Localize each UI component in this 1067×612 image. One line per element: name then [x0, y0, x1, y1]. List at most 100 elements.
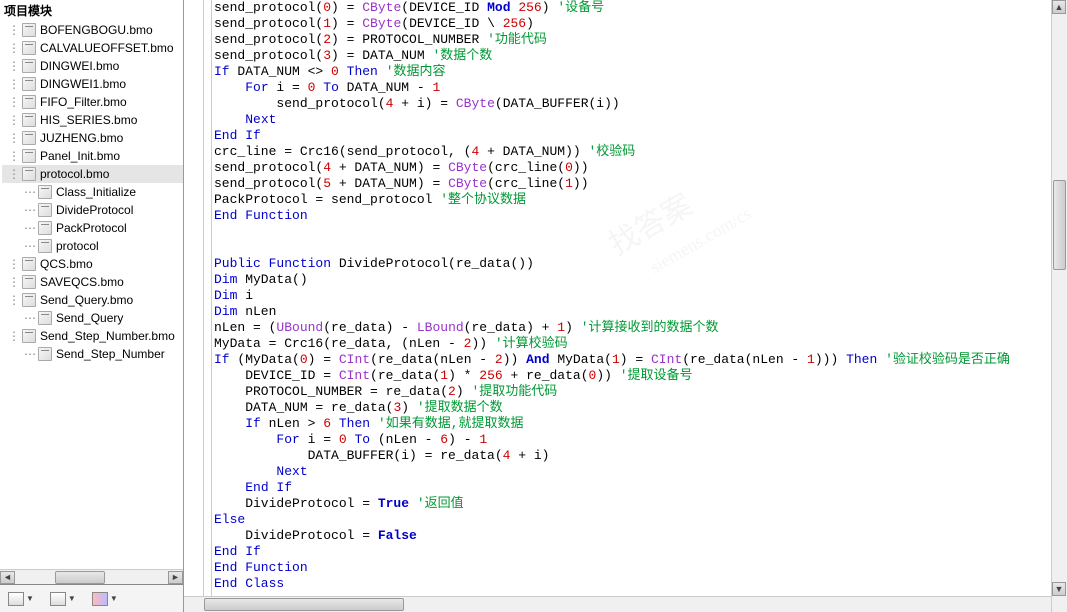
- code-line[interactable]: send_protocol(1) = CByte(DEVICE_ID \ 256…: [214, 16, 1051, 32]
- tree-item-module[interactable]: ⋮DINGWEI1.bmo: [2, 75, 183, 93]
- tool-button-2[interactable]: ▼: [46, 590, 80, 608]
- code-line[interactable]: If nLen > 6 Then '如果有数据,就提取数据: [214, 416, 1051, 432]
- code-token: CByte: [362, 16, 401, 31]
- hscroll-thumb[interactable]: [204, 598, 404, 611]
- code-line[interactable]: DivideProtocol = True '返回值: [214, 496, 1051, 512]
- code-line[interactable]: End Function: [214, 208, 1051, 224]
- code-token: (DEVICE_ID \: [401, 16, 502, 31]
- code-line[interactable]: DivideProtocol = False: [214, 528, 1051, 544]
- tree-item-module[interactable]: ⋮Send_Step_Number.bmo: [2, 327, 183, 345]
- code-line[interactable]: End If: [214, 128, 1051, 144]
- code-token: 1: [440, 368, 448, 383]
- code-token: And: [526, 352, 549, 367]
- code-token: send_protocol(: [214, 48, 323, 63]
- code-token: '计算校验码: [495, 336, 568, 351]
- code-line[interactable]: DATA_NUM = re_data(3) '提取数据个数: [214, 400, 1051, 416]
- code-token: Dim: [214, 288, 237, 303]
- tree-item-module[interactable]: ⋮FIFO_Filter.bmo: [2, 93, 183, 111]
- tree-item-sub[interactable]: ⋯⋮Class_Initialize: [2, 183, 183, 201]
- code-line[interactable]: send_protocol(0) = CByte(DEVICE_ID Mod 2…: [214, 0, 1051, 16]
- method-icon: [38, 311, 52, 325]
- code-line[interactable]: For i = 0 To DATA_NUM - 1: [214, 80, 1051, 96]
- code-token: + i) =: [393, 96, 455, 111]
- scroll-right-icon[interactable]: ►: [168, 571, 183, 584]
- code-token: '整个协议数据: [440, 192, 526, 207]
- editor-vscroll[interactable]: ▲ ▼: [1051, 0, 1067, 612]
- code-token: 0: [339, 432, 347, 447]
- code-token: ) -: [448, 432, 479, 447]
- tree-item-module[interactable]: ⋮BOFENGBOGU.bmo: [2, 21, 183, 39]
- code-token: 0: [323, 0, 331, 15]
- code-line[interactable]: Public Function DivideProtocol(re_data()…: [214, 256, 1051, 272]
- tree-item-module[interactable]: ⋮JUZHENG.bmo: [2, 129, 183, 147]
- code-line[interactable]: send_protocol(4 + DATA_NUM) = CByte(crc_…: [214, 160, 1051, 176]
- code-line[interactable]: PackProtocol = send_protocol '整个协议数据: [214, 192, 1051, 208]
- code-line[interactable]: PROTOCOL_NUMBER = re_data(2) '提取功能代码: [214, 384, 1051, 400]
- code-token: send_protocol(: [214, 160, 323, 175]
- tree-item-module[interactable]: ⋮protocol.bmo: [2, 165, 183, 183]
- code-line[interactable]: Dim nLen: [214, 304, 1051, 320]
- code-line[interactable]: Else: [214, 512, 1051, 528]
- scroll-left-icon[interactable]: ◄: [0, 571, 15, 584]
- code-line[interactable]: End If: [214, 544, 1051, 560]
- code-line[interactable]: MyData = Crc16(re_data, (nLen - 2)) '计算校…: [214, 336, 1051, 352]
- code-line[interactable]: End Class: [214, 576, 1051, 592]
- code-content[interactable]: send_protocol(0) = CByte(DEVICE_ID Mod 2…: [212, 0, 1051, 612]
- code-line[interactable]: send_protocol(3) = DATA_NUM '数据个数: [214, 48, 1051, 64]
- tree-item-module[interactable]: ⋮QCS.bmo: [2, 255, 183, 273]
- code-token: '返回值: [417, 496, 464, 511]
- editor-hscroll[interactable]: [184, 596, 1051, 612]
- code-line[interactable]: If DATA_NUM <> 0 Then '数据内容: [214, 64, 1051, 80]
- code-line[interactable]: Dim i: [214, 288, 1051, 304]
- code-line[interactable]: send_protocol(5 + DATA_NUM) = CByte(crc_…: [214, 176, 1051, 192]
- code-token: False: [378, 528, 417, 543]
- tool-button-eraser[interactable]: ▼: [88, 590, 122, 608]
- scroll-down-icon[interactable]: ▼: [1052, 582, 1066, 596]
- code-line[interactable]: Dim MyData(): [214, 272, 1051, 288]
- code-line[interactable]: If (MyData(0) = CInt(re_data(nLen - 2)) …: [214, 352, 1051, 368]
- tree-item-module[interactable]: ⋮SAVEQCS.bmo: [2, 273, 183, 291]
- tree-item-module[interactable]: ⋮Send_Query.bmo: [2, 291, 183, 309]
- code-line[interactable]: For i = 0 To (nLen - 6) - 1: [214, 432, 1051, 448]
- code-line[interactable]: [214, 224, 1051, 240]
- sidebar-hscroll[interactable]: ◄ ►: [0, 569, 183, 584]
- code-line[interactable]: [214, 240, 1051, 256]
- tree-item-sub[interactable]: ⋯⋮DivideProtocol: [2, 201, 183, 219]
- code-token: 1: [807, 352, 815, 367]
- code-editor[interactable]: send_protocol(0) = CByte(DEVICE_ID Mod 2…: [184, 0, 1067, 612]
- code-token: DATA_BUFFER(i) = re_data(: [214, 448, 503, 463]
- code-token: [331, 416, 339, 431]
- code-token: i: [237, 288, 253, 303]
- code-token: '提取功能代码: [471, 384, 557, 399]
- code-token: )): [503, 352, 526, 367]
- module-tree[interactable]: ⋮BOFENGBOGU.bmo⋮CALVALUEOFFSET.bmo⋮DINGW…: [0, 21, 183, 569]
- code-token: 0: [300, 352, 308, 367]
- code-token: 3: [323, 48, 331, 63]
- code-token: CByte: [456, 96, 495, 111]
- code-line[interactable]: send_protocol(4 + i) = CByte(DATA_BUFFER…: [214, 96, 1051, 112]
- code-token: ) =: [620, 352, 651, 367]
- scroll-thumb[interactable]: [55, 571, 105, 584]
- tool-button-1[interactable]: ▼: [4, 590, 38, 608]
- tree-item-module[interactable]: ⋮Panel_Init.bmo: [2, 147, 183, 165]
- scroll-up-icon[interactable]: ▲: [1052, 0, 1066, 14]
- code-line[interactable]: Next: [214, 464, 1051, 480]
- code-line[interactable]: crc_line = Crc16(send_protocol, (4 + DAT…: [214, 144, 1051, 160]
- code-line[interactable]: Next: [214, 112, 1051, 128]
- code-line[interactable]: send_protocol(2) = PROTOCOL_NUMBER '功能代码: [214, 32, 1051, 48]
- code-token: [214, 112, 245, 127]
- tree-item-sub[interactable]: ⋯⋮Send_Step_Number: [2, 345, 183, 363]
- code-line[interactable]: DATA_BUFFER(i) = re_data(4 + i): [214, 448, 1051, 464]
- tree-connector: ⋯⋮: [24, 203, 34, 217]
- tree-item-module[interactable]: ⋮DINGWEI.bmo: [2, 57, 183, 75]
- tree-item-sub[interactable]: ⋯⋮protocol: [2, 237, 183, 255]
- code-line[interactable]: DEVICE_ID = CInt(re_data(1) * 256 + re_d…: [214, 368, 1051, 384]
- code-line[interactable]: End Function: [214, 560, 1051, 576]
- tree-item-sub[interactable]: ⋯⋮Send_Query: [2, 309, 183, 327]
- code-line[interactable]: nLen = (UBound(re_data) - LBound(re_data…: [214, 320, 1051, 336]
- tree-item-module[interactable]: ⋮CALVALUEOFFSET.bmo: [2, 39, 183, 57]
- code-line[interactable]: End If: [214, 480, 1051, 496]
- tree-item-sub[interactable]: ⋯⋮PackProtocol: [2, 219, 183, 237]
- tree-item-module[interactable]: ⋮HIS_SERIES.bmo: [2, 111, 183, 129]
- vscroll-thumb[interactable]: [1053, 180, 1066, 270]
